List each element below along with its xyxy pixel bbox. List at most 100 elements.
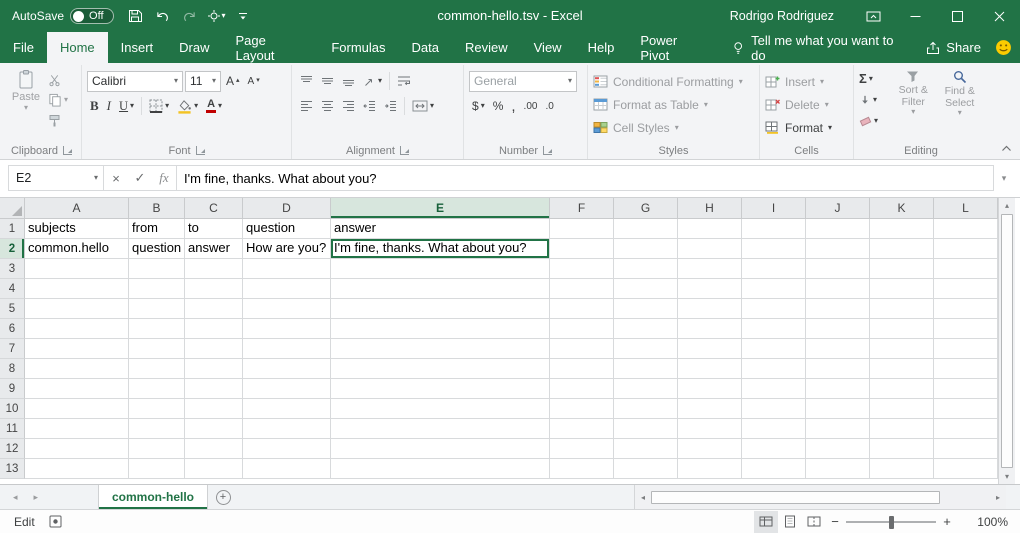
row-header-13[interactable]: 13 [0,459,25,479]
increase-decimal-button[interactable]: .00 [521,95,541,117]
column-header-B[interactable]: B [129,198,185,219]
sheet-tab-common-hello[interactable]: common-hello [98,485,208,509]
cell-C8[interactable] [185,359,243,379]
cell-K4[interactable] [870,279,934,299]
column-header-K[interactable]: K [870,198,934,219]
minimize-button[interactable] [894,0,936,32]
zoom-slider-thumb[interactable] [889,516,894,529]
zoom-out-button[interactable]: − [826,514,844,529]
cell-B3[interactable] [129,259,185,279]
cell-B10[interactable] [129,399,185,419]
align-right-button[interactable] [339,95,358,117]
cell-B6[interactable] [129,319,185,339]
merge-center-button[interactable]: ▾ [409,95,437,117]
cell-A5[interactable] [25,299,129,319]
align-bottom-button[interactable] [339,70,358,92]
cell-F5[interactable] [550,299,614,319]
comma-style-button[interactable]: , [508,95,518,117]
cell-L12[interactable] [934,439,998,459]
cell-B2[interactable]: question [129,239,185,259]
align-center-button[interactable] [318,95,337,117]
expand-formula-bar-button[interactable]: ▾ [994,173,1014,184]
cell-A10[interactable] [25,399,129,419]
row-header-10[interactable]: 10 [0,399,25,419]
cell-A13[interactable] [25,459,129,479]
cell-E2[interactable]: I'm fine, thanks. What about you? [331,239,550,259]
cancel-button[interactable]: × [104,166,128,190]
cell-C10[interactable] [185,399,243,419]
cell-J3[interactable] [806,259,870,279]
cell-C2[interactable]: answer [185,239,243,259]
cell-L9[interactable] [934,379,998,399]
cell-G6[interactable] [614,319,678,339]
zoom-slider[interactable] [846,511,936,533]
font-size-select[interactable]: 11 ▾ [185,71,221,92]
sheet-prev-icon[interactable]: ◂ [13,492,18,503]
cell-F10[interactable] [550,399,614,419]
customize-quick-access-button[interactable] [230,0,257,32]
cell-I1[interactable] [742,219,806,239]
clear-button[interactable]: ▾ [859,111,890,130]
column-header-E[interactable]: E [331,198,550,219]
cell-I10[interactable] [742,399,806,419]
cell-K12[interactable] [870,439,934,459]
font-color-button[interactable]: A ▾ [203,95,225,117]
cell-J11[interactable] [806,419,870,439]
cell-J5[interactable] [806,299,870,319]
cell-K2[interactable] [870,239,934,259]
align-top-button[interactable] [297,70,316,92]
cell-K10[interactable] [870,399,934,419]
normal-view-button[interactable] [754,511,778,533]
collapse-ribbon-button[interactable] [1001,140,1012,155]
cell-J12[interactable] [806,439,870,459]
row-header-8[interactable]: 8 [0,359,25,379]
column-header-H[interactable]: H [678,198,742,219]
cell-L2[interactable] [934,239,998,259]
cell-F3[interactable] [550,259,614,279]
cell-C7[interactable] [185,339,243,359]
cell-B8[interactable] [129,359,185,379]
vertical-scrollbar[interactable]: ▴ ▾ [998,198,1015,484]
tab-power-pivot[interactable]: Power Pivot [627,32,719,63]
cell-G5[interactable] [614,299,678,319]
cell-K3[interactable] [870,259,934,279]
page-layout-view-button[interactable] [778,511,802,533]
share-button[interactable]: Share [916,32,991,63]
cell-C1[interactable]: to [185,219,243,239]
redo-button[interactable] [176,0,203,32]
cell-L5[interactable] [934,299,998,319]
save-button[interactable] [122,0,149,32]
tab-insert[interactable]: Insert [108,32,167,63]
cell-C9[interactable] [185,379,243,399]
cell-C5[interactable] [185,299,243,319]
cell-F2[interactable] [550,239,614,259]
formula-input[interactable]: I'm fine, thanks. What about you? [177,165,994,191]
cell-D4[interactable] [243,279,331,299]
column-header-I[interactable]: I [742,198,806,219]
cell-L1[interactable] [934,219,998,239]
zoom-level[interactable]: 100% [962,515,1008,529]
scroll-down-icon[interactable]: ▾ [999,469,1015,484]
cell-G1[interactable] [614,219,678,239]
insert-cells-button[interactable]: Insert ▾ [765,70,848,93]
cell-G8[interactable] [614,359,678,379]
format-cells-button[interactable]: Format ▾ [765,116,848,139]
accounting-format-button[interactable]: $ ▾ [469,95,488,117]
row-header-4[interactable]: 4 [0,279,25,299]
column-header-J[interactable]: J [806,198,870,219]
increase-font-size-button[interactable]: A▴ [223,70,243,92]
cell-F8[interactable] [550,359,614,379]
cell-F13[interactable] [550,459,614,479]
paste-button[interactable]: Paste ▾ [7,69,45,129]
tab-view[interactable]: View [521,32,575,63]
cell-D7[interactable] [243,339,331,359]
tab-data[interactable]: Data [399,32,452,63]
number-format-select[interactable]: General ▾ [469,71,577,92]
cell-F4[interactable] [550,279,614,299]
cell-H6[interactable] [678,319,742,339]
font-dialog-launcher-icon[interactable] [196,146,205,155]
cut-button[interactable] [48,71,72,89]
vertical-scrollbar-thumb[interactable] [1001,214,1013,468]
add-sheet-button[interactable]: + [208,485,238,509]
column-header-F[interactable]: F [550,198,614,219]
